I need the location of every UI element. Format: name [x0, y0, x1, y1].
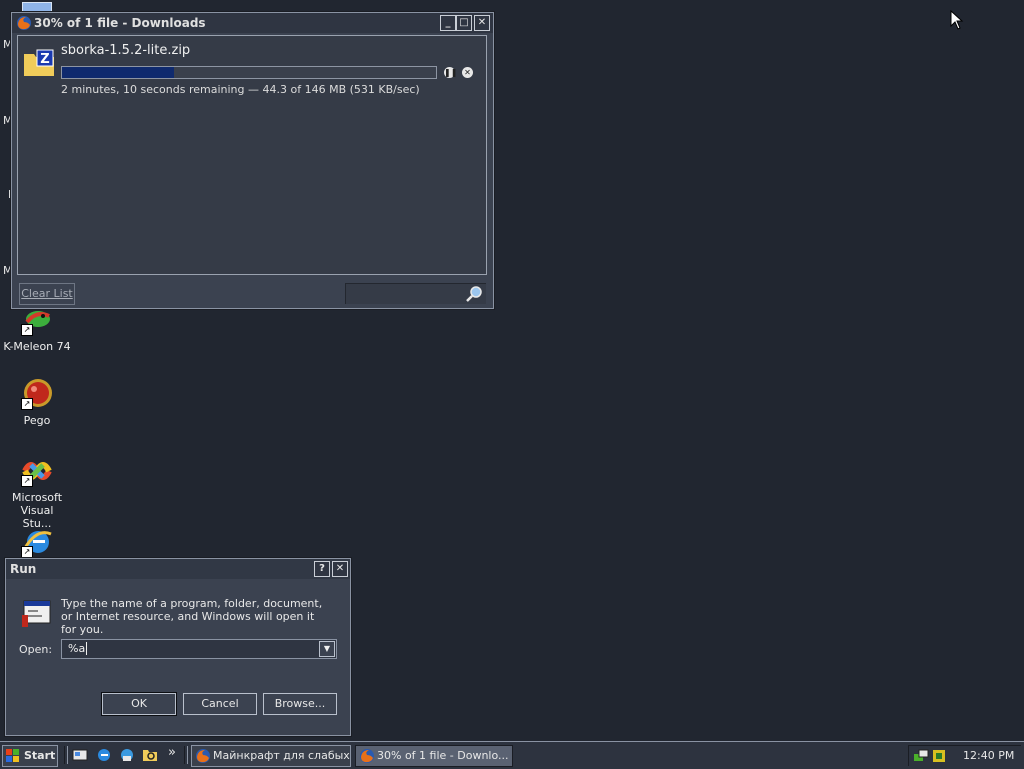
- help-button[interactable]: ?: [314, 561, 330, 577]
- downloads-titlebar[interactable]: 30% of 1 file - Downloads _ □ ✕: [12, 13, 493, 33]
- quicklaunch-separator: [184, 746, 188, 764]
- chevron-down-icon: ▼: [323, 644, 331, 653]
- desktop-icon-pego[interactable]: ↗ Pego: [1, 378, 73, 427]
- visual-studio-icon: ↗: [21, 455, 53, 487]
- shortcut-arrow-icon: ↗: [21, 324, 33, 336]
- start-button[interactable]: Start: [2, 745, 58, 767]
- windows-logo-icon: [6, 749, 20, 766]
- open-input-value: %a: [68, 642, 86, 655]
- download-progress-bar: [61, 66, 437, 79]
- system-tray: 12:40 PM: [908, 745, 1021, 766]
- pause-icon[interactable]: ❚❚: [444, 67, 457, 78]
- chevron-right-icon[interactable]: »: [168, 745, 176, 760]
- mouse-cursor-icon: [950, 9, 964, 33]
- desktop-icon-internet-explorer[interactable]: ↗: [1, 526, 73, 562]
- downloads-window: 30% of 1 file - Downloads _ □ ✕ Z sborka…: [11, 12, 494, 309]
- browse-button[interactable]: Browse...: [263, 693, 337, 715]
- firefox-icon: [359, 748, 375, 766]
- run-dialog: Run ? ✕ Type the name of a program, fold…: [5, 558, 351, 736]
- network-icon[interactable]: [119, 747, 135, 763]
- shortcut-arrow-icon: ↗: [21, 546, 33, 558]
- run-titlebar[interactable]: Run ? ✕: [6, 559, 350, 579]
- show-desktop-icon[interactable]: [72, 747, 88, 763]
- taskbar-button-label: 30% of 1 file - Downlo...: [377, 749, 509, 762]
- firefox-icon: [16, 15, 32, 37]
- desktop-icon-label: Pego: [23, 414, 51, 427]
- internet-explorer-icon[interactable]: [96, 747, 112, 763]
- open-label: Open:: [19, 643, 53, 656]
- internet-explorer-icon: ↗: [21, 526, 53, 558]
- taskbar-button[interactable]: Майнкрафт для слабых ...: [191, 745, 351, 767]
- download-list[interactable]: Z sborka-1.5.2-lite.zip ❚❚ ✕ 2 minutes, …: [17, 35, 487, 275]
- cancel-button[interactable]: Cancel: [183, 693, 257, 715]
- window-title: 30% of 1 file - Downloads: [34, 16, 206, 30]
- start-label: Start: [24, 749, 56, 762]
- taskbar: Start » Майнкрафт для слабых ... 30% of …: [0, 741, 1024, 769]
- shortcut-arrow-icon: ↗: [21, 398, 33, 410]
- desktop-icon-k-meleon[interactable]: ↗ K-Meleon 74: [1, 304, 73, 353]
- zip-file-icon: Z: [23, 46, 55, 81]
- dropdown-button[interactable]: ▼: [319, 641, 335, 657]
- taskbar-button-label: Майнкрафт для слабых ...: [213, 749, 351, 762]
- download-progress-fill: [62, 67, 175, 78]
- pego-icon: ↗: [21, 378, 53, 410]
- text-caret: [86, 642, 87, 655]
- close-button[interactable]: ✕: [474, 15, 490, 31]
- download-item[interactable]: Z sborka-1.5.2-lite.zip ❚❚ ✕ 2 minutes, …: [18, 36, 486, 106]
- download-status: 2 minutes, 10 seconds remaining — 44.3 o…: [61, 83, 420, 96]
- minimize-button[interactable]: _: [440, 15, 456, 31]
- cancel-download-icon[interactable]: ✕: [462, 67, 473, 78]
- tray-app-icon[interactable]: [931, 748, 947, 764]
- search-folder-icon[interactable]: [142, 747, 158, 763]
- desktop-icon-visual-studio[interactable]: ↗ Microsoft Visual Stu...: [1, 455, 73, 530]
- desktop-icon-label: Microsoft Visual Stu...: [11, 491, 63, 530]
- ok-button[interactable]: OK: [102, 693, 176, 715]
- network-tray-icon[interactable]: [913, 748, 929, 764]
- clear-list-button[interactable]: Clear List: [19, 283, 75, 305]
- close-button[interactable]: ✕: [332, 561, 348, 577]
- desktop-icon-label: K-Meleon 74: [3, 340, 71, 353]
- taskbar-button[interactable]: 30% of 1 file - Downlo...: [355, 745, 513, 767]
- download-filename: sborka-1.5.2-lite.zip: [61, 43, 191, 58]
- quicklaunch-separator: [64, 746, 68, 764]
- open-input[interactable]: %a ▼: [61, 639, 337, 659]
- shortcut-arrow-icon: ↗: [21, 475, 33, 487]
- clock[interactable]: 12:40 PM: [963, 749, 1014, 762]
- dialog-title: Run: [10, 562, 37, 576]
- maximize-button[interactable]: □: [456, 15, 472, 31]
- run-description: Type the name of a program, folder, docu…: [61, 597, 323, 636]
- search-icon[interactable]: [466, 285, 483, 305]
- downloads-search-input[interactable]: [345, 283, 486, 304]
- run-program-icon: [20, 597, 52, 632]
- firefox-icon: [195, 748, 211, 766]
- svg-text:Z: Z: [40, 52, 49, 67]
